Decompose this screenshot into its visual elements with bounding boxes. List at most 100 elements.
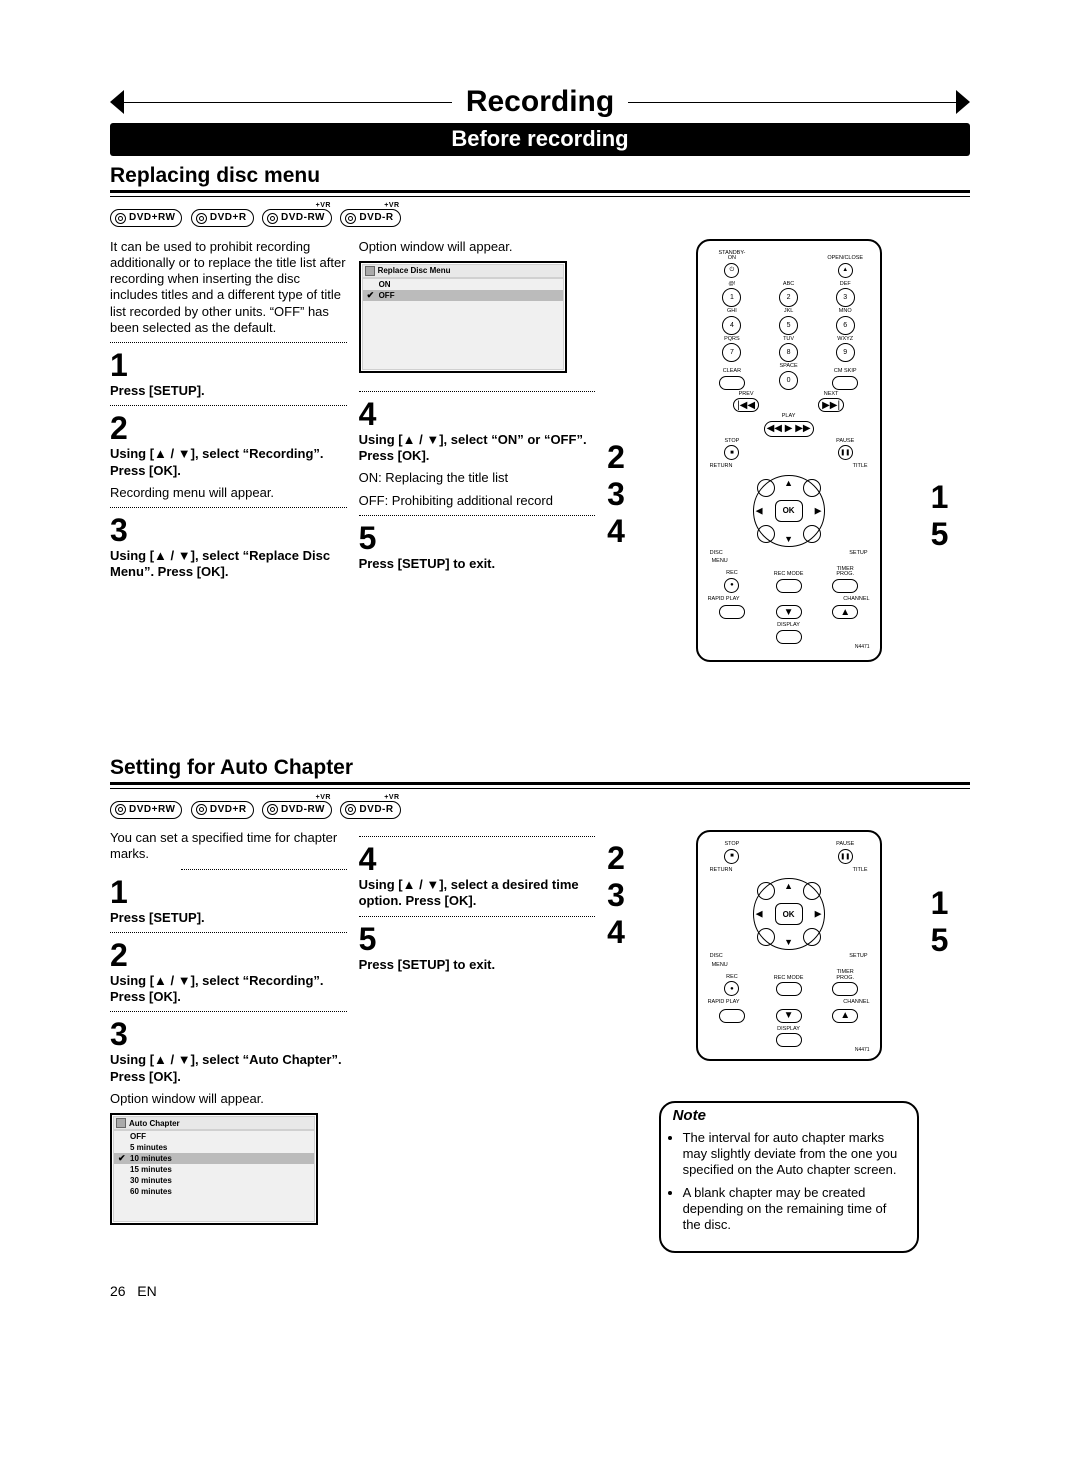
power-button[interactable]: ⏻ bbox=[724, 263, 739, 278]
section2-intro: You can set a specified time for chapter… bbox=[110, 830, 347, 863]
screen-opt-off: ✔OFF bbox=[363, 290, 563, 301]
num-4[interactable]: 4 bbox=[722, 316, 741, 335]
stop-button[interactable]: ■ bbox=[724, 445, 739, 460]
num-9[interactable]: 9 bbox=[836, 343, 855, 362]
rapid-button[interactable] bbox=[719, 605, 745, 619]
s2-step3-bold: Using [▲ / ▼], select “Auto Chapter”. Pr… bbox=[110, 1052, 347, 1085]
badge-dvdrw: DVD+RW bbox=[110, 209, 182, 227]
setup-button-2[interactable] bbox=[803, 928, 821, 946]
title-button[interactable] bbox=[803, 479, 821, 497]
s2-annot-3: 3 bbox=[607, 877, 646, 914]
page-lang: EN bbox=[137, 1283, 156, 1299]
display-button-2[interactable] bbox=[776, 1033, 802, 1047]
title-button-2[interactable] bbox=[803, 882, 821, 900]
num-6[interactable]: 6 bbox=[836, 316, 855, 335]
step-5-num: 5 bbox=[359, 522, 596, 554]
disc-button[interactable] bbox=[757, 525, 775, 543]
num-3[interactable]: 3 bbox=[836, 288, 855, 307]
return-button-2[interactable] bbox=[757, 882, 775, 900]
num-2[interactable]: 2 bbox=[779, 288, 798, 307]
pause-button-2[interactable]: ❚❚ bbox=[838, 849, 853, 864]
display-button[interactable] bbox=[776, 630, 802, 644]
page-title: Recording bbox=[452, 85, 628, 119]
pause-button[interactable]: ❚❚ bbox=[838, 445, 853, 460]
down-arrow-icon[interactable]: ▼ bbox=[784, 534, 793, 544]
play-button[interactable]: ◀◀ ▶ ▶▶ bbox=[764, 421, 814, 437]
recmode-button-2[interactable] bbox=[776, 982, 802, 996]
timer-button[interactable] bbox=[832, 579, 858, 593]
badge-dvd-r: +VRDVD-R bbox=[340, 209, 400, 227]
remote-area-2: STOP■ PAUSE❚❚ RETURNTITLE ▲▼ ◀▶ OK bbox=[659, 830, 919, 1253]
s2-step5-num: 5 bbox=[359, 923, 596, 955]
s2-step1-bold: Press [SETUP]. bbox=[110, 910, 347, 926]
left-arrow-icon[interactable]: ◀ bbox=[756, 505, 763, 516]
note-label: Note bbox=[673, 1107, 905, 1126]
right-arrow-icon[interactable]: ▶ bbox=[815, 505, 822, 516]
annot-1: 1 bbox=[931, 479, 970, 516]
section1-intro: It can be used to prohibit recording add… bbox=[110, 239, 347, 337]
section1-title: Replacing disc menu bbox=[110, 164, 970, 188]
screen-opt-on: ON bbox=[363, 279, 563, 290]
step-4-num: 4 bbox=[359, 398, 596, 430]
num-7[interactable]: 7 bbox=[722, 343, 741, 362]
annot-2: 2 bbox=[607, 439, 646, 476]
section1-col2: Option window will appear. Replace Disc … bbox=[359, 239, 596, 662]
col2-lead: Option window will appear. bbox=[359, 239, 596, 255]
num-8[interactable]: 8 bbox=[779, 343, 798, 362]
step-3-bold: Using [▲ / ▼], select “Replace Disc Menu… bbox=[110, 548, 347, 581]
s2-step2-num: 2 bbox=[110, 939, 347, 971]
annot-left-col1: 2 3 4 bbox=[607, 239, 646, 662]
prev-button[interactable]: |◀◀ bbox=[733, 398, 759, 412]
ok-button[interactable]: OK bbox=[775, 500, 803, 522]
recmode-button[interactable] bbox=[776, 579, 802, 593]
page-number: 26 bbox=[110, 1283, 126, 1299]
timer-button-2[interactable] bbox=[832, 982, 858, 996]
dpad-2[interactable]: ▲▼ ◀▶ OK bbox=[753, 878, 825, 950]
disc-badges-row1: DVD+RW DVD+R +VRDVD-RW +VRDVD-R bbox=[110, 209, 970, 229]
annot-left-col2: 2 3 4 bbox=[607, 830, 646, 1253]
num-0[interactable]: 0 bbox=[779, 371, 798, 390]
remote-model: N4471 bbox=[704, 644, 874, 650]
rec-button[interactable]: ● bbox=[724, 578, 739, 593]
ch-down-button[interactable]: ▼ bbox=[776, 605, 802, 619]
disc-button-2[interactable] bbox=[757, 928, 775, 946]
banner: Recording bbox=[110, 85, 970, 119]
s2-annot-2: 2 bbox=[607, 840, 646, 877]
annot-5: 5 bbox=[931, 516, 970, 553]
banner-arrow-left bbox=[110, 90, 124, 114]
remote-body-full: STANDBY-ON⏻ OPEN/CLOSE▲ @!1 ABC2 DEF3 GH… bbox=[696, 239, 882, 662]
s2-step3-num: 3 bbox=[110, 1018, 347, 1050]
step-2-bold: Using [▲ / ▼], select “Recording”. Press… bbox=[110, 446, 347, 479]
badge-dvd-rw: +VRDVD-RW bbox=[262, 209, 332, 227]
step-1-bold: Press [SETUP]. bbox=[110, 383, 347, 399]
ch-down-button-2[interactable]: ▼ bbox=[776, 1009, 802, 1023]
rec-button-2[interactable]: ● bbox=[724, 981, 739, 996]
step-2-plain: Recording menu will appear. bbox=[110, 485, 347, 501]
s2-annot-5: 5 bbox=[931, 922, 970, 959]
cmskip-button[interactable] bbox=[832, 376, 858, 390]
return-button[interactable] bbox=[757, 479, 775, 497]
num-1[interactable]: 1 bbox=[722, 288, 741, 307]
ok-button-2[interactable]: OK bbox=[775, 903, 803, 925]
s2-step3-plain: Option window will appear. bbox=[110, 1091, 347, 1107]
s2-step1-num: 1 bbox=[110, 876, 347, 908]
dpad[interactable]: ▲ ▼ ◀ ▶ OK bbox=[753, 475, 825, 547]
clear-button[interactable] bbox=[719, 376, 745, 390]
section2-col1: You can set a specified time for chapter… bbox=[110, 830, 347, 1253]
open-close-button[interactable]: ▲ bbox=[838, 263, 853, 278]
stop-button-2[interactable]: ■ bbox=[724, 849, 739, 864]
rapid-button-2[interactable] bbox=[719, 1009, 745, 1023]
next-button[interactable]: ▶▶| bbox=[818, 398, 844, 412]
num-5[interactable]: 5 bbox=[779, 316, 798, 335]
page-subtitle: Before recording bbox=[110, 123, 970, 156]
up-arrow-icon[interactable]: ▲ bbox=[784, 478, 793, 488]
step-5-bold: Press [SETUP] to exit. bbox=[359, 556, 596, 572]
page-footer: 26 EN bbox=[110, 1283, 970, 1299]
s2-step4-bold: Using [▲ / ▼], select a desired time opt… bbox=[359, 877, 596, 910]
setup-button[interactable] bbox=[803, 525, 821, 543]
remote-body-crop: STOP■ PAUSE❚❚ RETURNTITLE ▲▼ ◀▶ OK bbox=[696, 830, 882, 1061]
ch-up-button[interactable]: ▲ bbox=[832, 605, 858, 619]
note-item-2: A blank chapter may be created depending… bbox=[683, 1185, 905, 1234]
s2-step5-bold: Press [SETUP] to exit. bbox=[359, 957, 596, 973]
ch-up-button-2[interactable]: ▲ bbox=[832, 1009, 858, 1023]
